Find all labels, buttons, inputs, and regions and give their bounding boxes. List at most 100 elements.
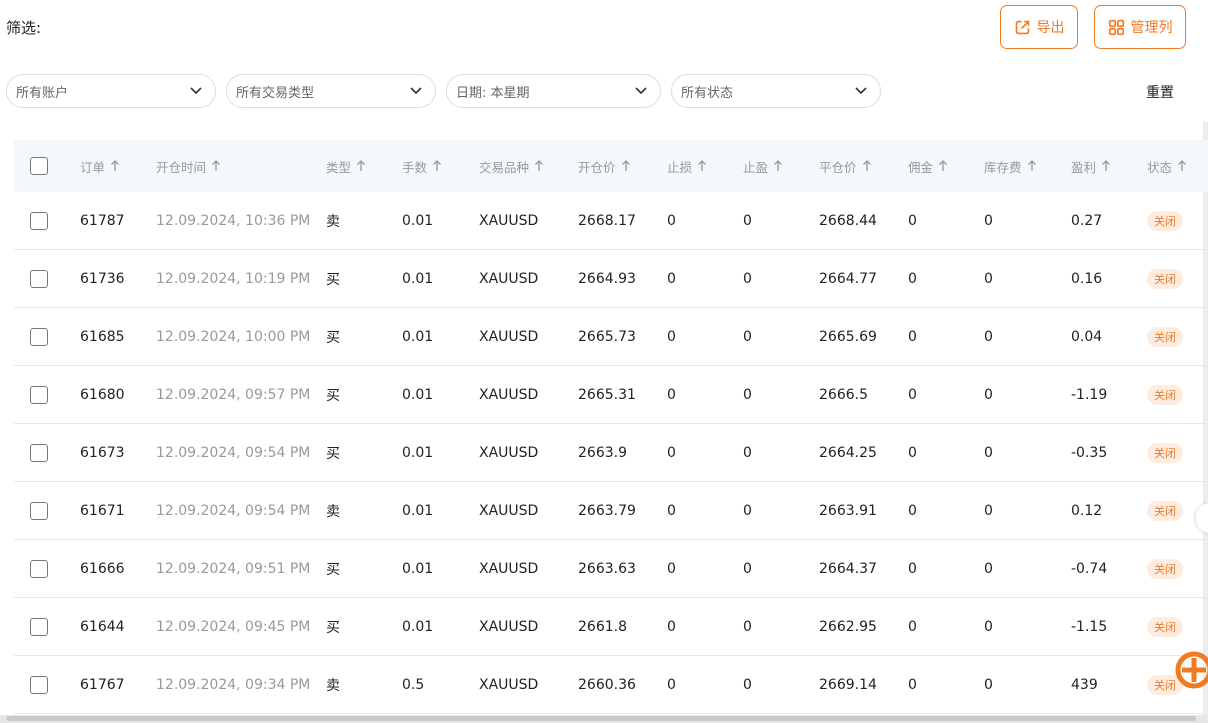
header-commission[interactable]: 佣金 <box>908 140 948 192</box>
reset-button[interactable]: 重置 <box>1146 82 1174 102</box>
profit-cell: -0.74 <box>1071 560 1108 577</box>
table-row[interactable]: 61671 12.09.2024, 09:54 PM 卖 0.01 XAUUSD… <box>14 482 1208 540</box>
chevron-down-icon <box>190 87 202 95</box>
header-status[interactable]: 状态 <box>1147 140 1187 192</box>
row-select-cell <box>30 424 48 481</box>
symbol-cell: XAUUSD <box>479 676 539 693</box>
symbol-cell: XAUUSD <box>479 560 539 577</box>
order-cell: 61671 <box>80 502 125 519</box>
row-checkbox[interactable] <box>30 327 48 346</box>
lots-cell: 0.01 <box>402 560 434 577</box>
date-filter-dropdown[interactable]: 日期: 本星期 <box>446 74 661 108</box>
trade-type-filter-value: 所有交易类型 <box>236 85 315 101</box>
header-swap[interactable]: 库存费 <box>984 140 1037 192</box>
stop-loss-cell: 0 <box>667 212 676 229</box>
order-cell: 61644 <box>80 618 125 635</box>
row-checkbox[interactable] <box>30 385 48 404</box>
status-badge: 关闭 <box>1147 326 1183 347</box>
sort-arrow-icon <box>433 160 441 171</box>
sort-arrow-icon <box>535 160 543 171</box>
header-profit[interactable]: 盈利 <box>1071 140 1111 192</box>
status-badge: 关闭 <box>1147 384 1183 405</box>
open-price-cell: 2668.17 <box>578 212 636 229</box>
order-cell: 61666 <box>80 560 125 577</box>
order-cell: 61685 <box>80 328 125 345</box>
table-header: 订单 开仓时间 类型 手数 交易品种 开仓价 止损 止盈 平仓价 佣金 库存费 … <box>14 140 1208 192</box>
open-price-cell: 2661.8 <box>578 618 627 635</box>
stop-loss-cell: 0 <box>667 386 676 403</box>
header-take-profit[interactable]: 止盈 <box>743 140 783 192</box>
symbol-cell: XAUUSD <box>479 328 539 345</box>
header-open-price[interactable]: 开仓价 <box>578 140 631 192</box>
order-cell: 61680 <box>80 386 125 403</box>
account-filter-dropdown[interactable]: 所有账户 <box>6 74 216 108</box>
row-checkbox[interactable] <box>30 269 48 288</box>
select-all-checkbox[interactable] <box>30 157 48 175</box>
row-checkbox[interactable] <box>30 617 48 636</box>
status-cell: 关闭 <box>1147 482 1183 539</box>
close-price-cell: 2669.14 <box>819 676 877 693</box>
row-checkbox[interactable] <box>30 211 48 230</box>
take-profit-cell: 0 <box>743 618 752 635</box>
lots-cell: 0.01 <box>402 444 434 461</box>
row-select-cell <box>30 192 48 249</box>
row-checkbox[interactable] <box>30 559 48 578</box>
trade-type-filter-dropdown[interactable]: 所有交易类型 <box>226 74 436 108</box>
open-time-cell: 12.09.2024, 09:34 PM <box>156 676 311 693</box>
header-open-time[interactable]: 开仓时间 <box>156 140 221 192</box>
export-button[interactable]: 导出 <box>1000 5 1078 49</box>
symbol-cell: XAUUSD <box>479 502 539 519</box>
status-badge: 关闭 <box>1147 210 1183 231</box>
header-label: 平仓价 <box>819 159 857 175</box>
row-select-cell <box>30 656 48 713</box>
export-icon <box>1015 20 1029 34</box>
open-price-cell: 2663.79 <box>578 502 636 519</box>
status-filter-dropdown[interactable]: 所有状态 <box>671 74 881 108</box>
sort-arrow-icon <box>939 160 947 171</box>
row-select-cell <box>30 308 48 365</box>
open-price-cell: 2665.73 <box>578 328 636 345</box>
take-profit-cell: 0 <box>743 676 752 693</box>
header-stop-loss[interactable]: 止损 <box>667 140 707 192</box>
header-close-price[interactable]: 平仓价 <box>819 140 872 192</box>
sort-arrow-icon <box>1178 160 1186 171</box>
take-profit-cell: 0 <box>743 328 752 345</box>
header-symbol[interactable]: 交易品种 <box>479 140 544 192</box>
table-row[interactable]: 61644 12.09.2024, 09:45 PM 买 0.01 XAUUSD… <box>14 598 1208 656</box>
status-cell: 关闭 <box>1147 250 1183 307</box>
row-checkbox[interactable] <box>30 675 48 694</box>
type-cell: 买 <box>326 387 340 404</box>
type-cell: 买 <box>326 619 340 636</box>
table-row[interactable]: 61673 12.09.2024, 09:54 PM 买 0.01 XAUUSD… <box>14 424 1208 482</box>
account-filter-value: 所有账户 <box>16 85 69 101</box>
header-label: 手数 <box>402 159 428 175</box>
lots-cell: 0.01 <box>402 212 434 229</box>
table-row[interactable]: 61685 12.09.2024, 10:00 PM 买 0.01 XAUUSD… <box>14 308 1208 366</box>
grid-icon <box>1108 19 1124 35</box>
header-lots[interactable]: 手数 <box>402 140 442 192</box>
table-row[interactable]: 61767 12.09.2024, 09:34 PM 卖 0.5 XAUUSD … <box>14 656 1208 714</box>
table-row[interactable]: 61666 12.09.2024, 09:51 PM 买 0.01 XAUUSD… <box>14 540 1208 598</box>
commission-cell: 0 <box>908 386 917 403</box>
row-checkbox[interactable] <box>30 501 48 520</box>
status-cell: 关闭 <box>1147 598 1183 655</box>
horizontal-scrollbar-thumb[interactable] <box>6 716 1196 721</box>
open-price-cell: 2663.63 <box>578 560 636 577</box>
close-price-cell: 2664.77 <box>819 270 877 287</box>
table-row[interactable]: 61736 12.09.2024, 10:19 PM 买 0.01 XAUUSD… <box>14 250 1208 308</box>
status-cell: 关闭 <box>1147 308 1183 365</box>
header-type[interactable]: 类型 <box>326 140 366 192</box>
close-price-cell: 2664.37 <box>819 560 877 577</box>
manage-columns-button[interactable]: 管理列 <box>1094 5 1186 49</box>
table-row[interactable]: 61787 12.09.2024, 10:36 PM 卖 0.01 XAUUSD… <box>14 192 1208 250</box>
status-cell: 关闭 <box>1147 424 1183 481</box>
type-cell: 买 <box>326 445 340 462</box>
status-filter-value: 所有状态 <box>681 85 734 101</box>
header-label: 止盈 <box>743 159 769 175</box>
table-row[interactable]: 61680 12.09.2024, 09:57 PM 买 0.01 XAUUSD… <box>14 366 1208 424</box>
stop-loss-cell: 0 <box>667 502 676 519</box>
status-badge: 关闭 <box>1147 616 1183 637</box>
brand-logo-icon[interactable] <box>1174 650 1208 690</box>
header-order[interactable]: 订单 <box>80 140 120 192</box>
row-checkbox[interactable] <box>30 443 48 462</box>
